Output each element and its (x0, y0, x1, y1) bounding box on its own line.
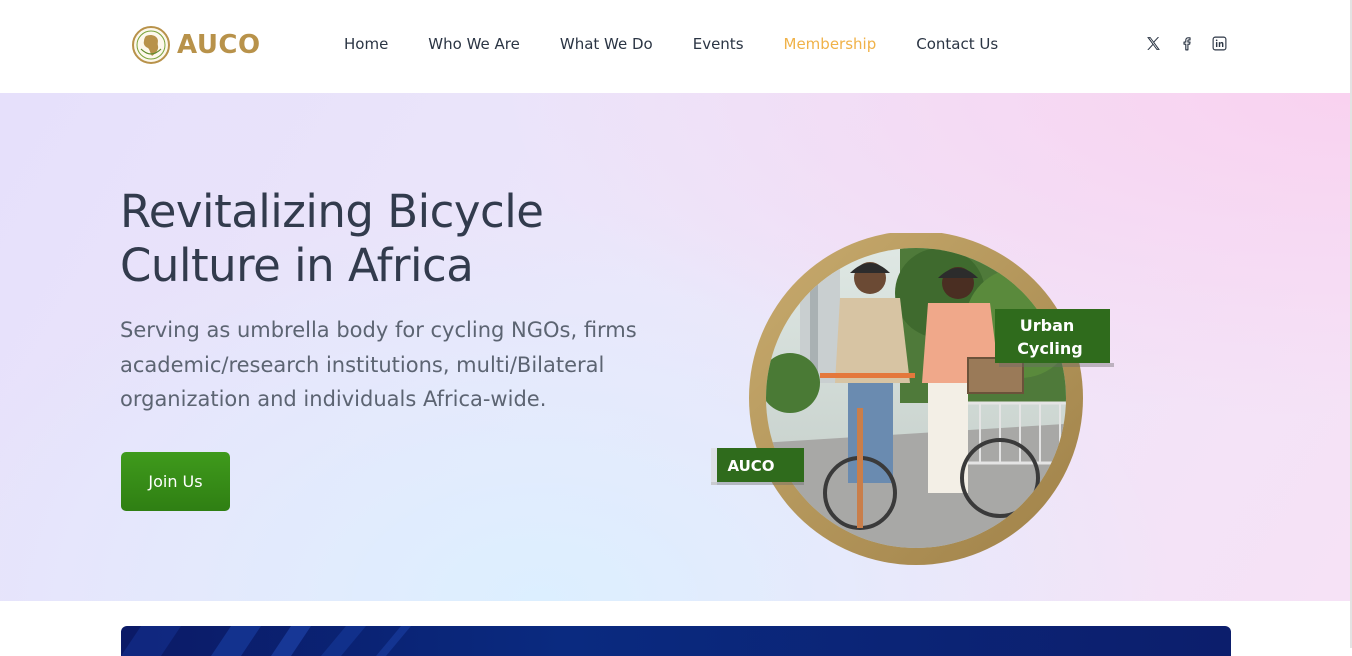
linkedin-icon[interactable] (1209, 33, 1229, 53)
badge-brand-text: AUCO (727, 457, 774, 475)
hero-title: Revitalizing Bicycle Culture in Africa (120, 185, 544, 292)
social-links (1143, 33, 1242, 53)
nav-events[interactable]: Events (693, 33, 744, 55)
hero-subtitle: Serving as umbrella body for cycling NGO… (120, 318, 637, 411)
nav-membership[interactable]: Membership (784, 33, 877, 55)
badge-urban-line1: Urban (1020, 316, 1075, 335)
facebook-icon[interactable] (1176, 33, 1196, 53)
nav-who-we-are[interactable]: Who We Are (428, 33, 520, 55)
x-icon[interactable] (1143, 33, 1163, 53)
hero-cyclists-image: Urban Cycling AUCO (711, 233, 1114, 565)
nav-contact-us[interactable]: Contact Us (916, 33, 998, 55)
brand-logo[interactable]: AUCO (131, 25, 261, 65)
auco-emblem-icon (132, 26, 170, 64)
nav-what-we-do[interactable]: What We Do (560, 33, 653, 55)
brand-name: AUCO (177, 30, 261, 60)
hero-section: Revitalizing Bicycle Culture in Africa S… (0, 93, 1352, 601)
main-nav: Home Who We Are What We Do Events Member… (344, 33, 1038, 55)
site-header: AUCO Home Who We Are What We Do Events M… (0, 0, 1352, 93)
badge-urban-line2: Cycling (1017, 339, 1082, 358)
featured-banner (121, 626, 1231, 656)
nav-home[interactable]: Home (344, 33, 388, 55)
join-us-button[interactable]: Join Us (121, 452, 230, 511)
